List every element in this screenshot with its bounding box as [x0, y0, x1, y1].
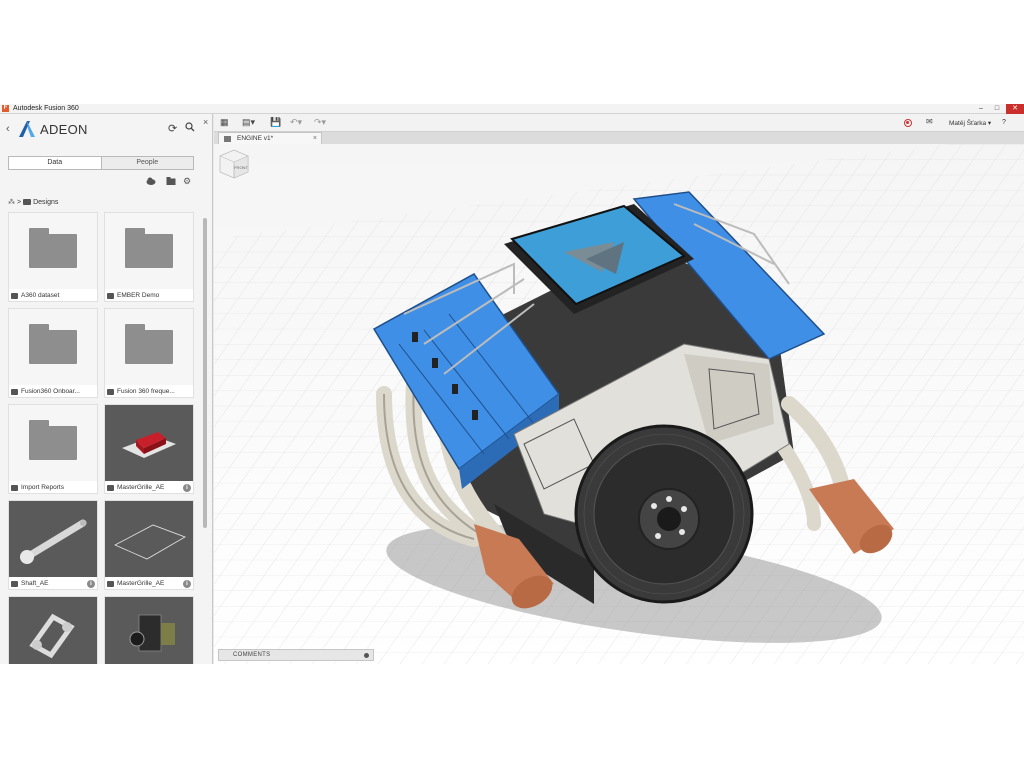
- user-menu[interactable]: Matěj Šťarka ▾: [949, 119, 991, 127]
- item-name: Import Reports: [21, 484, 64, 491]
- design-card[interactable]: [104, 596, 194, 664]
- folder-icon: [23, 199, 32, 205]
- data-people-tabs: Data People: [8, 156, 194, 170]
- item-name: MasterGrille_AE: [117, 484, 165, 491]
- team-logo-icon: [19, 121, 35, 137]
- design-card[interactable]: Shaft_AE i: [8, 500, 98, 590]
- app-grid-icon[interactable]: ▦: [220, 117, 229, 128]
- fusion-app-icon: F: [2, 105, 9, 112]
- redo-icon[interactable]: ↷▾: [314, 117, 326, 128]
- upload-cloud-icon[interactable]: [146, 176, 156, 186]
- maximize-button[interactable]: □: [990, 104, 1004, 114]
- undo-icon[interactable]: ↶▾: [290, 117, 302, 128]
- comments-panel[interactable]: COMMENTS: [218, 649, 374, 661]
- tab-data[interactable]: Data: [9, 157, 102, 169]
- data-panel: ‹ ADEON ⟳ × Data People ⚙ ⁂ > Designs A3…: [0, 114, 213, 664]
- item-name: MasterGrille_AE: [117, 580, 165, 587]
- close-tab-icon[interactable]: ×: [313, 133, 317, 144]
- grille-sketch-icon: [114, 524, 186, 560]
- folder-card[interactable]: Import Reports: [8, 404, 98, 494]
- design-card[interactable]: MasterGrille_AE i: [104, 404, 194, 494]
- info-icon[interactable]: i: [87, 580, 95, 588]
- folder-icon: [29, 228, 77, 268]
- grille-part-icon: [122, 432, 176, 458]
- folder-thumbnail: [105, 213, 193, 289]
- minimize-button[interactable]: –: [974, 104, 988, 114]
- item-name: A360 dataset: [21, 292, 60, 299]
- item-name: Shaft_AE: [21, 580, 49, 587]
- save-icon[interactable]: 💾: [270, 117, 281, 128]
- assembly-part-icon: [129, 614, 175, 652]
- info-icon[interactable]: i: [183, 484, 191, 492]
- window-title: Autodesk Fusion 360: [13, 105, 79, 112]
- item-name: Fusion360 Onboar...: [21, 388, 80, 395]
- title-bar: F Autodesk Fusion 360 – □ ✕: [0, 104, 1024, 114]
- new-folder-icon[interactable]: [166, 176, 176, 186]
- data-panel-header: ‹ ADEON ⟳ ×: [0, 114, 212, 144]
- design-thumbnail: [105, 597, 193, 664]
- design-thumbnail: [9, 597, 97, 664]
- folder-thumbnail: [105, 309, 193, 385]
- item-name: Fusion 360 freque...: [117, 388, 175, 395]
- item-name: EMBER Demo: [117, 292, 160, 299]
- refresh-icon[interactable]: ⟳: [168, 122, 177, 135]
- info-icon[interactable]: i: [183, 580, 191, 588]
- view-cube-face-label: FRONT: [234, 165, 248, 170]
- folder-icon: [125, 324, 173, 364]
- back-chevron-icon[interactable]: ‹: [6, 123, 10, 135]
- view-cube[interactable]: FRONT: [214, 144, 254, 184]
- notification-icon[interactable]: ✉: [926, 117, 933, 126]
- linkage-part-icon: [29, 613, 75, 659]
- app-window: F Autodesk Fusion 360 – □ ✕ ‹ ADEON ⟳ × …: [0, 104, 1024, 664]
- folder-thumbnail: [9, 405, 97, 481]
- comments-label: COMMENTS: [233, 652, 271, 658]
- close-panel-icon[interactable]: ×: [203, 117, 208, 127]
- close-window-button[interactable]: ✕: [1006, 104, 1024, 114]
- folder-thumbnail: [9, 213, 97, 289]
- document-tab-label: ENGINE v1*: [237, 135, 274, 142]
- record-icon[interactable]: [904, 119, 912, 127]
- folder-card[interactable]: A360 dataset: [8, 212, 98, 302]
- breadcrumb-designs[interactable]: Designs: [33, 199, 58, 206]
- settings-gear-icon[interactable]: ⚙: [183, 176, 193, 186]
- design-thumbnail: [105, 405, 193, 481]
- tab-people[interactable]: People: [101, 157, 193, 169]
- document-tab-strip: ENGINE v1* ×: [214, 132, 1024, 144]
- file-menu-icon[interactable]: ▤▾: [242, 117, 255, 128]
- add-comment-icon[interactable]: [364, 653, 369, 658]
- folder-icon: [29, 324, 77, 364]
- engine-model-render: [214, 144, 1024, 664]
- design-thumbnail: [9, 501, 97, 577]
- folder-card[interactable]: EMBER Demo: [104, 212, 194, 302]
- design-file-icon: [224, 136, 231, 142]
- folder-card[interactable]: Fusion 360 freque...: [104, 308, 194, 398]
- folder-thumbnail: [9, 309, 97, 385]
- panel-scrollbar[interactable]: [203, 218, 207, 528]
- design-thumbnail: [105, 501, 193, 577]
- canvas-viewport[interactable]: FRONT COMMENTS: [214, 144, 1024, 664]
- design-card[interactable]: MasterGrille_AE i: [104, 500, 194, 590]
- application-toolbar: ▦ ▤▾ 💾 ↶▾ ↷▾ ✉ Matěj Šťarka ▾ ?: [214, 114, 1024, 132]
- folder-icon: [29, 420, 77, 460]
- document-tab[interactable]: ENGINE v1* ×: [218, 132, 322, 144]
- folder-card[interactable]: Fusion360 Onboar...: [8, 308, 98, 398]
- search-icon[interactable]: [185, 122, 195, 132]
- hub-icon[interactable]: ⁂: [8, 198, 15, 206]
- folder-icon: [125, 228, 173, 268]
- design-card[interactable]: [8, 596, 98, 664]
- team-name[interactable]: ADEON: [40, 122, 88, 137]
- breadcrumb: ⁂ > Designs: [8, 198, 59, 207]
- help-button[interactable]: ?: [1002, 119, 1006, 126]
- shaft-part-icon: [20, 519, 87, 564]
